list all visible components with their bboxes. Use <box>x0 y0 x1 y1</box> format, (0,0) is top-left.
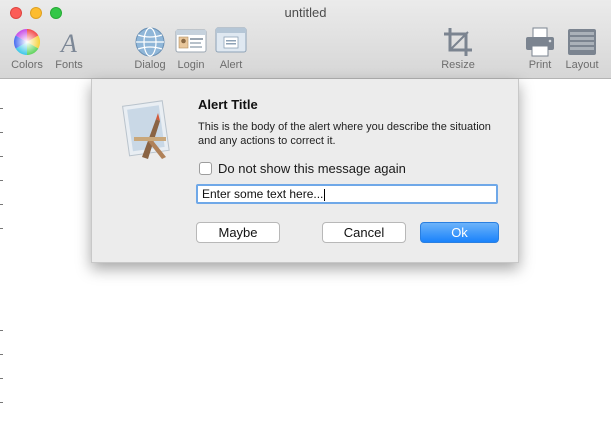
alert-sheet: Alert Title This is the body of the aler… <box>91 79 519 263</box>
toolbar-layout-label: Layout <box>565 59 599 71</box>
font-icon: A <box>59 29 77 58</box>
toolbar-layout-button[interactable]: Layout <box>556 26 608 71</box>
toolbar: untitled Colors A Fonts Dialog Login Ale… <box>0 0 611 79</box>
toolbar-resize-label: Resize <box>441 59 475 71</box>
edge-mark <box>0 204 3 205</box>
window-title: untitled <box>284 5 327 20</box>
alert-body: This is the body of the alert where you … <box>198 121 491 147</box>
main-window: untitled Colors A Fonts Dialog Login Ale… <box>0 0 611 435</box>
toolbar-alert-button[interactable]: Alert <box>205 26 257 71</box>
dont-show-again-checkbox[interactable] <box>199 162 212 175</box>
cancel-button[interactable]: Cancel <box>322 222 406 243</box>
edge-mark <box>0 354 3 355</box>
edge-mark <box>0 132 3 133</box>
ok-button[interactable]: Ok <box>420 222 499 243</box>
alert-title: Alert Title <box>198 97 258 112</box>
edge-mark <box>0 228 3 229</box>
text-caret <box>324 188 326 201</box>
dont-show-again-label[interactable]: Do not show this message again <box>218 161 406 176</box>
color-wheel-icon <box>13 28 41 56</box>
edge-mark <box>0 156 3 157</box>
svg-text:A: A <box>59 29 77 58</box>
crop-icon <box>444 28 472 56</box>
alert-icon <box>215 27 247 53</box>
edge-mark <box>0 108 3 109</box>
toolbar-resize-button[interactable]: Resize <box>432 26 484 71</box>
printer-icon <box>526 27 554 57</box>
toolbar-fonts-label: Fonts <box>55 59 83 71</box>
toolbar-alert-label: Alert <box>219 59 243 71</box>
layout-icon <box>568 29 596 55</box>
edge-mark <box>0 180 3 181</box>
alert-text-value: Enter some text here... <box>202 187 324 201</box>
alert-text-input[interactable]: Enter some text here... <box>196 184 498 204</box>
app-icon <box>122 100 170 159</box>
edge-mark <box>0 378 3 379</box>
edge-mark <box>0 402 3 403</box>
toolbar-fonts-button[interactable]: A Fonts <box>43 26 95 71</box>
edge-mark <box>0 330 3 331</box>
globe-icon <box>135 27 165 57</box>
maybe-button[interactable]: Maybe <box>196 222 280 243</box>
id-card-icon <box>175 29 207 53</box>
